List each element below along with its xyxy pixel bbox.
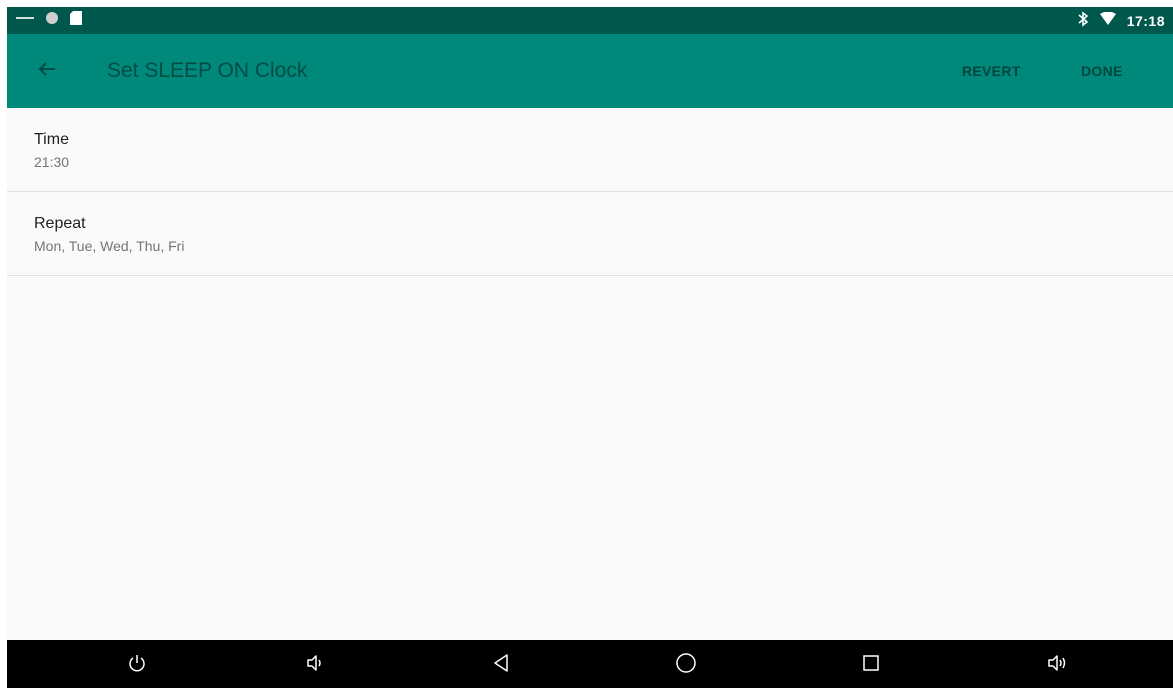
volume-up-button[interactable]: [1040, 648, 1074, 682]
status-left-icons: [15, 7, 83, 34]
volume-down-icon: [305, 653, 325, 678]
list-item-title: Repeat: [34, 215, 86, 232]
revert-button[interactable]: REVERT: [962, 34, 1021, 108]
home-icon: [675, 652, 697, 679]
status-bar: 17:18: [7, 7, 1173, 34]
arrow-back-icon: [37, 61, 57, 82]
status-time: 17:18: [1126, 12, 1165, 29]
nav-back-button[interactable]: [484, 648, 518, 682]
list-item-summary: 21:30: [34, 154, 70, 170]
power-icon: [127, 653, 147, 678]
back-icon: [491, 653, 511, 678]
screen: 17:18 Set SLEEP ON Clock REVERT DONE Tim…: [7, 7, 1173, 688]
recents-button[interactable]: [854, 648, 888, 682]
back-button[interactable]: [27, 51, 67, 91]
home-button[interactable]: [669, 648, 703, 682]
status-right: 17:18: [1077, 7, 1165, 34]
page-title: Set SLEEP ON Clock: [107, 59, 308, 82]
navigation-bar: [7, 640, 1173, 688]
settings-list: Time 21:30 Repeat Mon, Tue, Wed, Thu, Fr…: [7, 108, 1173, 276]
power-button[interactable]: [120, 648, 154, 682]
sd-card-icon: [69, 10, 83, 31]
list-item-repeat[interactable]: Repeat Mon, Tue, Wed, Thu, Fri: [7, 192, 1173, 276]
bluetooth-icon: [1077, 11, 1089, 30]
done-button[interactable]: DONE: [1081, 34, 1123, 108]
list-item-summary: Mon, Tue, Wed, Thu, Fri: [34, 238, 185, 254]
circle-icon: [45, 11, 59, 30]
wifi-icon: [1099, 11, 1117, 29]
volume-down-button[interactable]: [298, 648, 332, 682]
list-item-time[interactable]: Time 21:30: [7, 108, 1173, 192]
app-bar: Set SLEEP ON Clock REVERT DONE: [7, 34, 1173, 108]
recents-icon: [861, 653, 881, 678]
minus-icon: [15, 11, 35, 30]
list-item-title: Time: [34, 131, 69, 148]
volume-up-icon: [1046, 653, 1068, 678]
